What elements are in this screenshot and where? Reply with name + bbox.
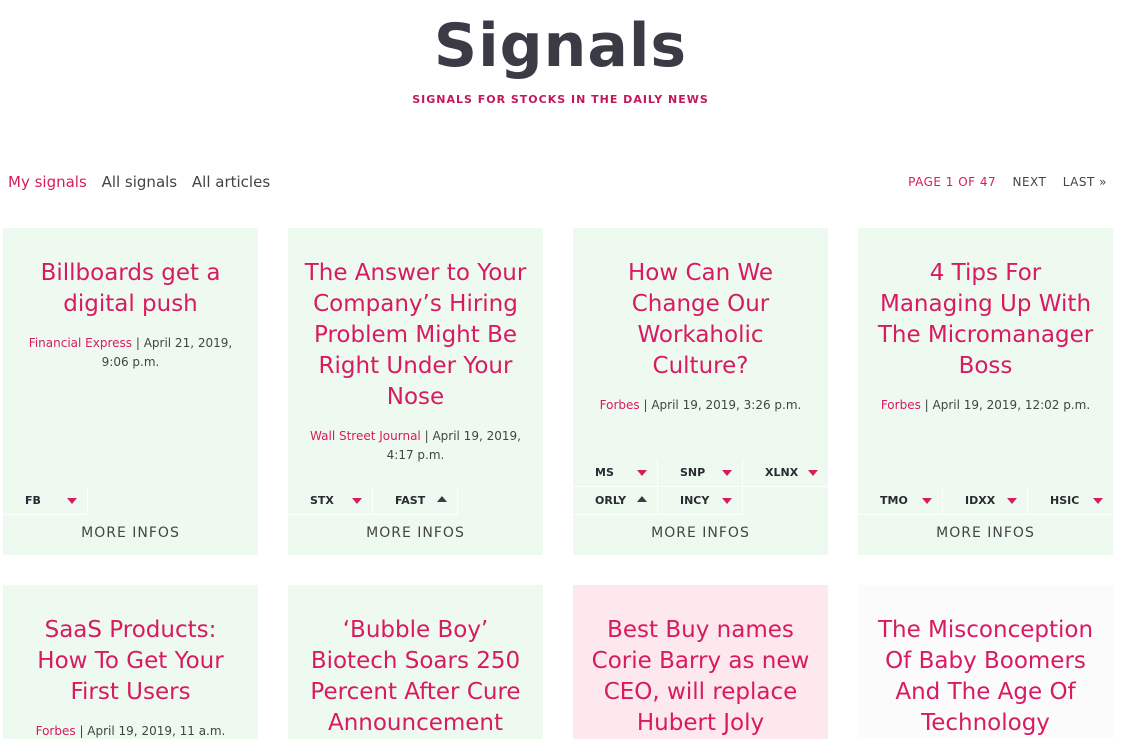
article-date: | April 19, 2019, 3:26 p.m. xyxy=(639,398,802,412)
filter-nav: My signals All signals All articles xyxy=(8,173,280,191)
article-title[interactable]: Best Buy names Corie Barry as new CEO, w… xyxy=(587,615,814,739)
ticker-signal[interactable]: FAST xyxy=(373,487,458,515)
signal-down-icon xyxy=(922,498,932,504)
last-page-link[interactable]: LAST » xyxy=(1063,175,1107,189)
signal-down-icon xyxy=(637,470,647,476)
signal-down-icon xyxy=(1093,498,1103,504)
signal-up-icon xyxy=(437,496,447,502)
ticker-signal[interactable]: HSIC xyxy=(1028,487,1113,515)
signal-down-icon xyxy=(67,498,77,504)
article-card: SaaS Products: How To Get Your First Use… xyxy=(3,585,258,739)
article-source[interactable]: Wall Street Journal xyxy=(310,429,421,443)
ticker-signal[interactable]: ORLY xyxy=(573,487,658,515)
ticker-signal[interactable]: XLNX xyxy=(743,459,828,487)
signal-down-icon xyxy=(352,498,362,504)
ticker-signal[interactable]: TMO xyxy=(858,487,943,515)
filter-my-signals[interactable]: My signals xyxy=(8,173,87,191)
article-meta: Wall Street Journal | April 19, 2019, 4:… xyxy=(302,427,529,465)
more-infos-button[interactable]: MORE INFOS xyxy=(858,515,1113,555)
ticker-list: FB xyxy=(3,487,258,515)
next-page-link[interactable]: NEXT xyxy=(1012,175,1046,189)
article-date: | April 19, 2019, 12:02 p.m. xyxy=(920,398,1091,412)
ticker-list: STX FAST xyxy=(288,487,543,515)
ticker-signal[interactable]: SNP xyxy=(658,459,743,487)
article-title[interactable]: How Can We Change Our Workaholic Culture… xyxy=(587,258,814,382)
filter-all-articles[interactable]: All articles xyxy=(192,173,270,191)
article-card: ‘Bubble Boy’ Biotech Soars 250 Percent A… xyxy=(288,585,543,739)
site-title: Signals xyxy=(433,11,688,81)
article-card: Billboards get a digital push Financial … xyxy=(3,228,258,555)
article-source[interactable]: Financial Express xyxy=(29,336,132,350)
article-title[interactable]: Billboards get a digital push xyxy=(17,258,244,320)
signal-down-icon xyxy=(808,470,818,476)
article-title[interactable]: The Misconception Of Baby Boomers And Th… xyxy=(872,615,1099,739)
article-meta: Forbes | April 19, 2019, 12:02 p.m. xyxy=(872,396,1099,415)
filter-all-signals[interactable]: All signals xyxy=(102,173,178,191)
article-meta: Forbes | April 19, 2019, 11 a.m. xyxy=(17,722,244,739)
ticker-list: TMO IDXX HSIC xyxy=(858,487,1113,515)
pagination: PAGE 1 OF 47 NEXT LAST » xyxy=(896,175,1107,189)
article-title[interactable]: 4 Tips For Managing Up With The Microman… xyxy=(872,258,1099,382)
ticker-signal[interactable]: INCY xyxy=(658,487,743,515)
article-card: The Misconception Of Baby Boomers And Th… xyxy=(858,585,1113,739)
article-date: | April 19, 2019, 11 a.m. xyxy=(75,724,226,738)
ticker-signal[interactable]: STX xyxy=(288,487,373,515)
article-card: How Can We Change Our Workaholic Culture… xyxy=(573,228,828,555)
article-title[interactable]: ‘Bubble Boy’ Biotech Soars 250 Percent A… xyxy=(302,615,529,739)
ticker-signal[interactable]: MS xyxy=(573,459,658,487)
article-source[interactable]: Forbes xyxy=(881,398,921,412)
ticker-signal[interactable]: FB xyxy=(3,487,88,515)
article-meta: Forbes | April 19, 2019, 3:26 p.m. xyxy=(587,396,814,415)
signal-up-icon xyxy=(637,496,647,502)
ticker-signal[interactable]: IDXX xyxy=(943,487,1028,515)
article-source[interactable]: Forbes xyxy=(36,724,76,738)
article-card: 4 Tips For Managing Up With The Microman… xyxy=(858,228,1113,555)
article-source[interactable]: Forbes xyxy=(600,398,640,412)
more-infos-button[interactable]: MORE INFOS xyxy=(573,515,828,555)
article-card: Best Buy names Corie Barry as new CEO, w… xyxy=(573,585,828,739)
signal-down-icon xyxy=(1007,498,1017,504)
signal-down-icon xyxy=(722,498,732,504)
more-infos-button[interactable]: MORE INFOS xyxy=(3,515,258,555)
signal-down-icon xyxy=(722,470,732,476)
more-infos-button[interactable]: MORE INFOS xyxy=(288,515,543,555)
page-indicator: PAGE 1 OF 47 xyxy=(908,175,997,189)
ticker-list: MS SNP XLNX ORLY INCY xyxy=(573,459,828,515)
article-title[interactable]: SaaS Products: How To Get Your First Use… xyxy=(17,615,244,708)
article-title[interactable]: The Answer to Your Company’s Hiring Prob… xyxy=(302,258,529,413)
article-meta: Financial Express | April 21, 2019, 9:06… xyxy=(17,334,244,372)
site-tagline: SIGNALS FOR STOCKS IN THE DAILY NEWS xyxy=(412,93,709,106)
article-card: The Answer to Your Company’s Hiring Prob… xyxy=(288,228,543,555)
